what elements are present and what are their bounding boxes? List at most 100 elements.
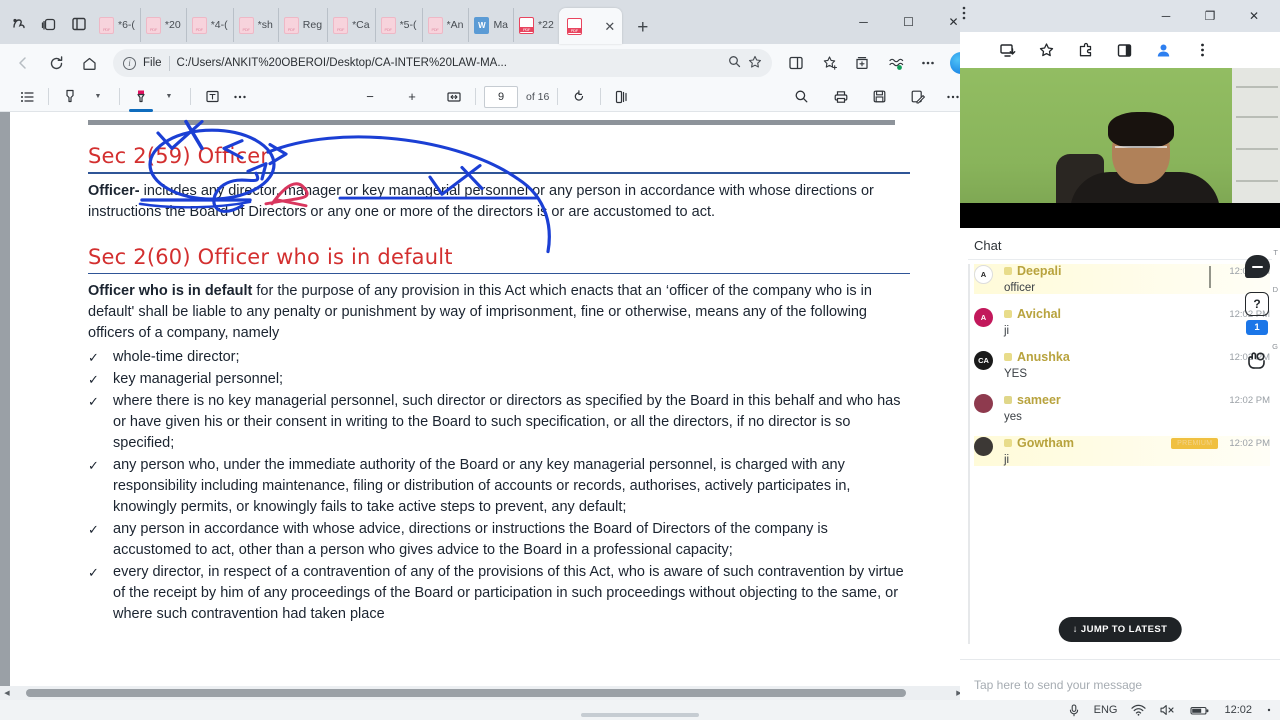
chat-message-list[interactable]: A Deepali 12:02 PM officer A Avichal 12:… <box>960 260 1280 466</box>
shortcut-key-label: D <box>1272 285 1278 294</box>
more-vertical-icon[interactable] <box>1185 35 1219 65</box>
tab-groups-icon[interactable] <box>34 8 64 40</box>
home-icon[interactable] <box>74 49 104 77</box>
browser-tab[interactable]: *5-( <box>374 8 422 42</box>
pen-icon[interactable] <box>128 85 154 112</box>
raise-hand-icon[interactable] <box>1246 349 1268 376</box>
doubt-question-icon[interactable]: ? <box>1245 292 1269 316</box>
list-item: ✓ any person in accordance with whose ad… <box>88 519 910 561</box>
avatar[interactable]: A <box>974 308 993 327</box>
browser-tab[interactable]: *An <box>421 8 469 42</box>
pdf-favicon-icon <box>333 16 349 34</box>
check-icon: ✓ <box>88 372 99 388</box>
profile-icon[interactable] <box>1146 35 1180 65</box>
browser-essentials-icon[interactable] <box>880 49 910 77</box>
more-vertical-icon[interactable] <box>962 6 966 23</box>
install-app-icon[interactable] <box>990 35 1024 65</box>
chat-message: A Avichal 12:02 PM ji <box>974 307 1270 337</box>
search-icon[interactable] <box>788 85 814 109</box>
volume-muted-icon[interactable] <box>1160 704 1176 716</box>
notifications-icon[interactable] <box>1266 707 1272 713</box>
close-tab-icon[interactable]: ✕ <box>602 20 618 33</box>
avatar[interactable] <box>974 437 993 456</box>
chat-username: Anushka <box>1017 350 1070 364</box>
favorite-star-icon[interactable] <box>1029 35 1063 65</box>
vertical-tabs-icon[interactable] <box>64 8 94 40</box>
browser-tab[interactable]: Ma <box>468 8 513 42</box>
page-layout-icon[interactable] <box>609 85 635 109</box>
browser-tab[interactable]: Reg <box>277 8 327 42</box>
instructor-video-feed[interactable] <box>960 68 1280 228</box>
more-icon[interactable] <box>913 49 943 77</box>
chat-message-text: ji <box>1004 325 1010 337</box>
zoom-in-button[interactable]: + <box>399 85 425 109</box>
favorite-star-icon[interactable] <box>748 55 762 72</box>
word-favicon-icon <box>474 16 490 34</box>
url-text: C:/Users/ANKIT%20OBEROI/Desktop/CA-INTER… <box>176 57 507 69</box>
microphone-icon[interactable] <box>1068 703 1080 717</box>
browser-tab[interactable]: *Ca <box>327 8 375 42</box>
browser-tab[interactable]: *sh <box>232 8 278 42</box>
url-bar[interactable]: i File C:/Users/ANKIT%20OBEROI/Desktop/C… <box>113 49 772 77</box>
rotate-icon[interactable] <box>566 85 592 109</box>
split-screen-icon[interactable] <box>781 49 811 77</box>
browser-tab[interactable]: *6-( <box>94 8 140 42</box>
scroll-left-icon[interactable]: ◀ <box>0 686 14 700</box>
browser-tab-active[interactable]: ✕ <box>558 8 622 44</box>
fit-page-icon[interactable] <box>441 85 467 109</box>
browser-tab[interactable]: *20 <box>139 8 186 42</box>
highlighter-chevron-down-icon[interactable]: ▼ <box>85 85 111 109</box>
site-info-icon[interactable]: i <box>123 56 136 70</box>
maximize-button[interactable]: ☐ <box>886 7 931 37</box>
side-rail-chat[interactable]: T <box>1236 248 1278 278</box>
print-icon[interactable] <box>828 85 854 109</box>
avatar[interactable]: A <box>974 265 993 284</box>
reload-icon[interactable] <box>41 49 71 77</box>
pdf-document-viewport[interactable]: Sec 2(59) Officer Officer- includes any … <box>0 112 980 686</box>
collections-icon[interactable] <box>847 49 877 77</box>
chat-input-placeholder[interactable]: Tap here to send your message <box>960 678 1280 692</box>
save-icon[interactable] <box>866 85 892 109</box>
favorites-icon[interactable] <box>814 49 844 77</box>
status-dot-icon <box>1004 267 1012 275</box>
list-item-text: every director, in respect of a contrave… <box>113 564 904 623</box>
chat-message-text: YES <box>1004 368 1028 380</box>
chat-bubble-icon[interactable] <box>1244 255 1270 278</box>
avatar[interactable]: CA <box>974 351 993 370</box>
back-icon[interactable] <box>8 49 38 77</box>
wifi-icon[interactable] <box>1131 704 1147 716</box>
jump-to-latest-button[interactable]: ↓ JUMP TO LATEST <box>1058 617 1182 642</box>
tab-strip: *6-( *20 *4-( *sh Reg *Ca <box>0 0 980 44</box>
browser-tab[interactable]: *4-( <box>185 8 233 42</box>
highlighter-icon[interactable] <box>57 85 83 109</box>
battery-icon[interactable] <box>1190 705 1210 716</box>
side-rail-raise-hand[interactable]: G <box>1236 342 1278 376</box>
new-tab-button[interactable]: + <box>630 17 656 39</box>
browser-tab[interactable]: *22 <box>513 8 559 42</box>
save-as-icon[interactable] <box>904 85 930 109</box>
restore-button[interactable]: ❐ <box>1188 1 1232 31</box>
split-screen-icon[interactable] <box>1107 35 1141 65</box>
minimize-button[interactable]: ─ <box>841 7 886 37</box>
chat-message: CA Anushka 12:02 PM YES <box>974 350 1270 380</box>
page-number-input[interactable]: 9 <box>484 85 518 108</box>
language-indicator[interactable]: ENG <box>1094 704 1118 716</box>
avatar[interactable] <box>974 394 993 413</box>
side-rail-doubt[interactable]: D ? 1 <box>1236 285 1278 335</box>
list-item-text: any person who, under the immediate auth… <box>113 457 851 516</box>
minimize-button[interactable]: ─ <box>1144 1 1188 31</box>
zoom-icon[interactable] <box>728 55 741 71</box>
pen-chevron-down-icon[interactable]: ▼ <box>156 85 182 109</box>
more-options-icon[interactable] <box>227 85 253 109</box>
close-window-button[interactable]: ✕ <box>1232 1 1276 31</box>
clock[interactable]: 12:02 <box>1224 704 1252 716</box>
horizontal-scrollbar[interactable]: ◀ ▶ <box>0 686 980 700</box>
page-top-rule <box>88 120 895 125</box>
extensions-icon[interactable] <box>1068 35 1102 65</box>
add-text-icon[interactable] <box>199 85 225 109</box>
table-of-contents-icon[interactable] <box>14 85 40 109</box>
horizontal-scroll-thumb[interactable] <box>26 689 906 697</box>
tab-actions-menu-icon[interactable] <box>4 8 34 40</box>
chat-scrollbar[interactable] <box>968 264 970 644</box>
zoom-out-button[interactable]: − <box>357 85 383 109</box>
